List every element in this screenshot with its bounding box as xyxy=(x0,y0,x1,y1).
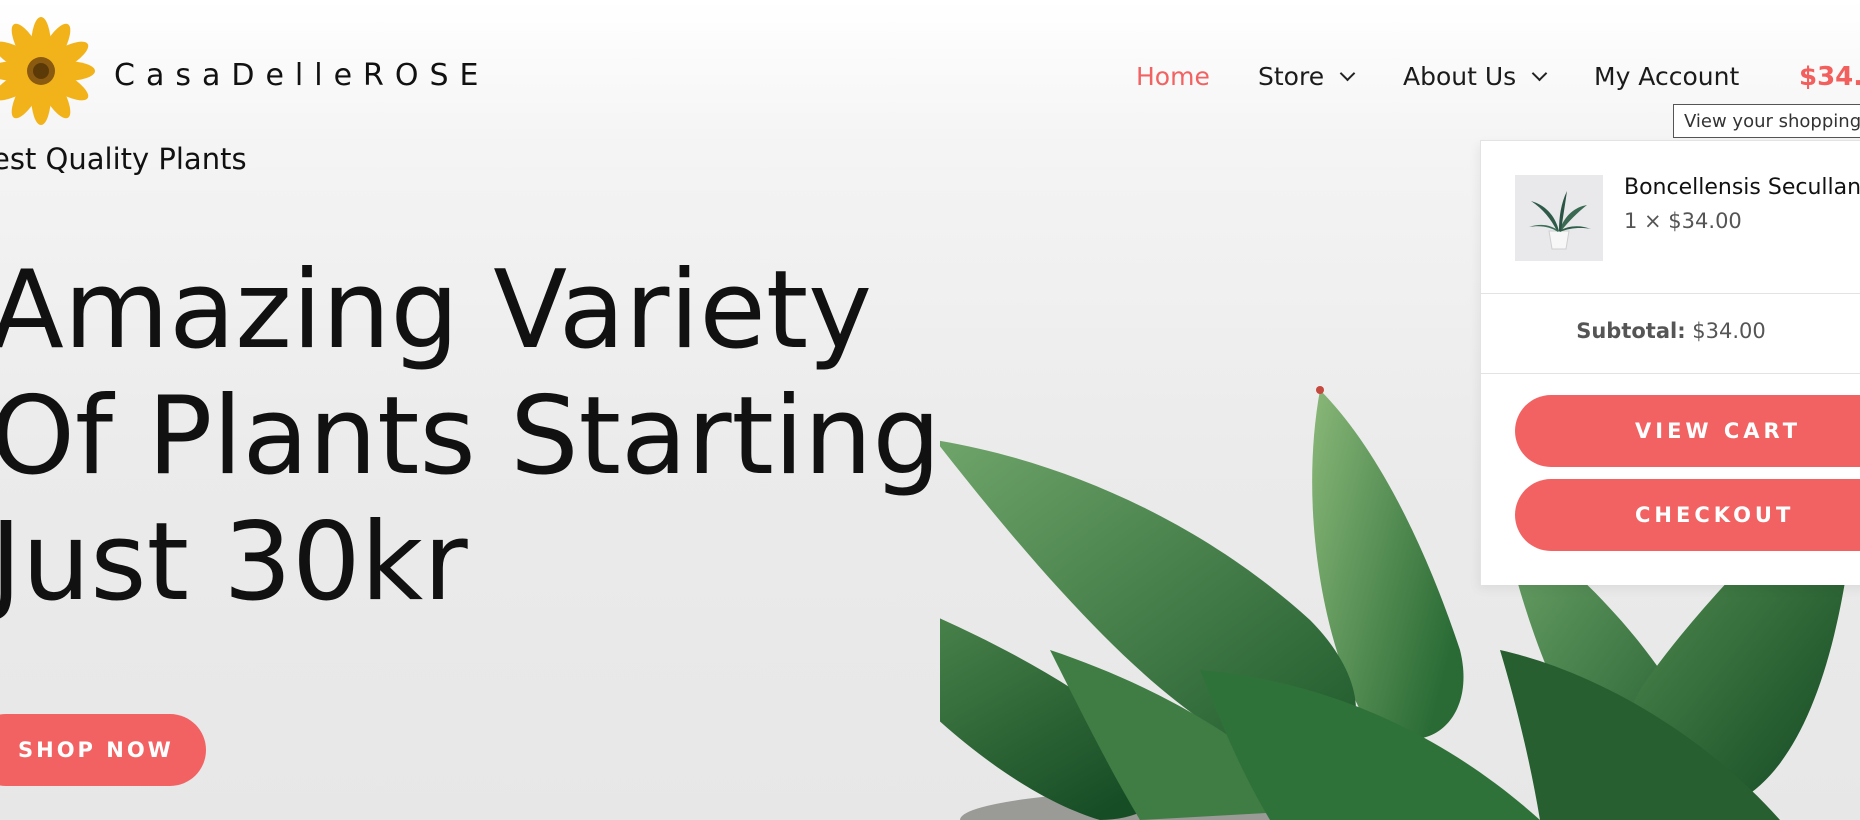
nav-about-label: About Us xyxy=(1403,62,1517,91)
nav-home-label: Home xyxy=(1136,62,1210,91)
nav-store-link[interactable]: Store xyxy=(1258,62,1356,91)
hero-headline-line-1: Amazing Variety xyxy=(0,248,873,373)
nav-my-account-label: My Account xyxy=(1594,62,1740,91)
shop-now-button[interactable]: SHOP NOW xyxy=(0,714,206,786)
site-tagline: est Quality Plants xyxy=(0,142,247,176)
subtotal-value: $34.00 xyxy=(1692,319,1766,343)
hero-section: CasaDelleROSE est Quality Plants Home St… xyxy=(0,0,1860,820)
view-cart-button[interactable]: VIEW CART xyxy=(1515,395,1860,467)
nav-about-link[interactable]: About Us xyxy=(1403,62,1548,91)
checkout-button[interactable]: CHECKOUT xyxy=(1515,479,1860,551)
sunflower-logo-icon[interactable] xyxy=(0,16,96,126)
mini-cart-divider xyxy=(1481,293,1860,294)
hero-headline-line-3: Just 30kr xyxy=(0,500,468,625)
hero-headline-line-2: Of Plants Starting xyxy=(0,374,941,499)
subtotal-label: Subtotal: xyxy=(1576,319,1686,343)
nav-store-label: Store xyxy=(1258,62,1325,91)
cart-subtotal: Subtotal: $34.00 xyxy=(1481,319,1860,343)
cart-item-name-link[interactable]: Boncellensis Secullant xyxy=(1624,175,1860,200)
chevron-down-icon xyxy=(1339,65,1356,82)
header-cart-total[interactable]: $34.0 xyxy=(1799,62,1860,92)
mini-cart-divider xyxy=(1481,373,1860,374)
cart-tooltip: View your shopping ca xyxy=(1673,104,1860,138)
chevron-down-icon xyxy=(1531,65,1548,82)
nav-my-account-link[interactable]: My Account xyxy=(1594,62,1739,91)
nav-home-link[interactable]: Home xyxy=(1136,62,1210,91)
cart-item-quantity-price: 1 × $34.00 xyxy=(1624,209,1742,233)
potted-plant-thumbnail[interactable] xyxy=(1515,175,1603,261)
site-logo-text[interactable]: CasaDelleROSE xyxy=(114,58,490,93)
mini-cart-dropdown: Boncellensis Secullant 1 × $34.00 Subtot… xyxy=(1480,140,1860,585)
